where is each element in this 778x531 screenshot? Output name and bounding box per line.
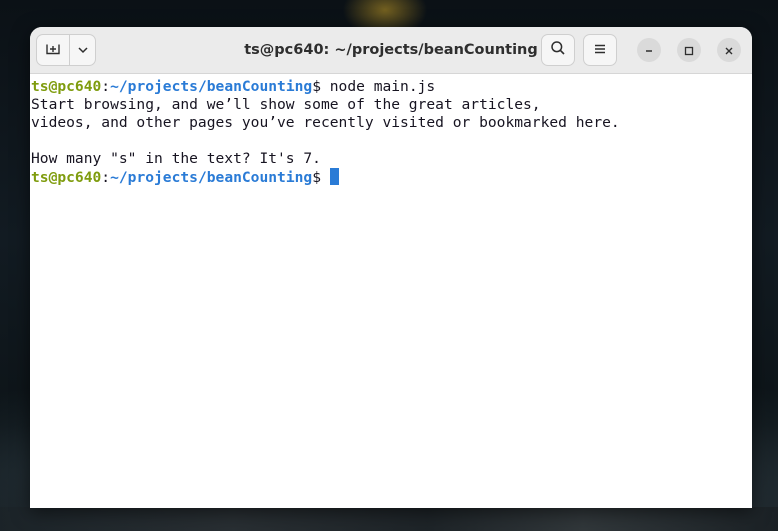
hamburger-menu-icon <box>593 41 607 60</box>
text-cursor <box>329 168 339 185</box>
terminal-line-prompt: ts@pc640:~/projects/beanCounting$ <box>31 168 752 186</box>
maximize-button[interactable] <box>677 38 701 62</box>
search-icon <box>550 40 566 60</box>
prompt-path: ~/projects/beanCounting <box>110 78 313 95</box>
chevron-down-icon <box>77 41 89 60</box>
maximize-icon <box>684 41 694 60</box>
terminal-window: ts@pc640: ~/projects/beanCounting ts@pc6… <box>30 27 752 508</box>
terminal-output-line: videos, and other pages you’ve recently … <box>31 114 620 131</box>
search-button[interactable] <box>541 34 575 66</box>
terminal-output-area[interactable]: ts@pc640:~/projects/beanCounting$ node m… <box>30 74 752 508</box>
new-tab-button[interactable] <box>37 35 70 65</box>
new-tab-icon <box>45 40 61 60</box>
command-text: node main.js <box>329 78 436 95</box>
close-icon <box>724 41 734 60</box>
prompt-dollar: $ <box>312 78 330 95</box>
minimize-button[interactable] <box>637 38 661 62</box>
prompt-colon: : <box>101 78 111 95</box>
tab-options-dropdown[interactable] <box>70 35 95 65</box>
prompt-user-host: ts@pc640 <box>31 169 102 186</box>
minimize-icon <box>644 41 654 60</box>
desktop-wallpaper <box>0 507 778 531</box>
terminal-output-line: Start browsing, and we’ll show some of t… <box>31 96 541 113</box>
header-bar: ts@pc640: ~/projects/beanCounting <box>30 27 752 74</box>
prompt-path: ~/projects/beanCounting <box>110 169 313 186</box>
new-tab-split-button <box>36 34 96 66</box>
terminal-line-command: ts@pc640:~/projects/beanCounting$ node m… <box>31 78 752 96</box>
main-menu-button[interactable] <box>583 34 617 66</box>
prompt-dollar: $ <box>312 169 330 186</box>
close-button[interactable] <box>717 38 741 62</box>
prompt-colon: : <box>101 169 111 186</box>
prompt-user-host: ts@pc640 <box>31 78 102 95</box>
terminal-output-line: How many "s" in the text? It's 7. <box>31 150 321 167</box>
